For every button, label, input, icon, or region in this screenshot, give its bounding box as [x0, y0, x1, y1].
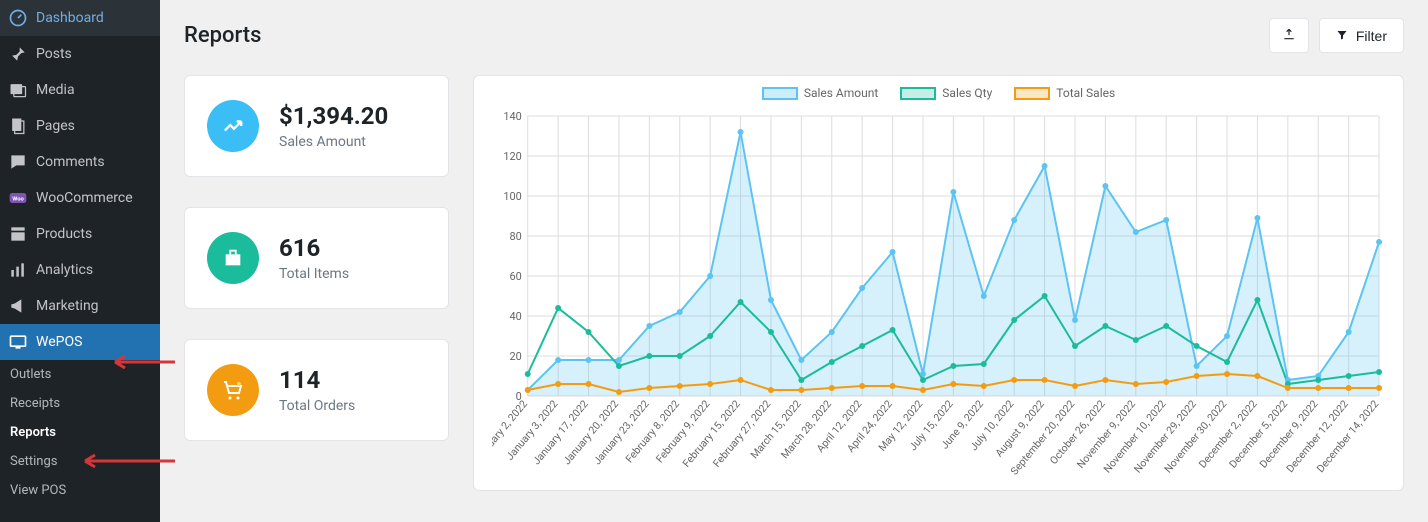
svg-text:120: 120 — [503, 150, 521, 163]
sidebar-item-label: WePOS — [36, 334, 82, 350]
legend-label: Sales Amount — [804, 86, 878, 100]
svg-text:40: 40 — [510, 310, 522, 323]
svg-text:140: 140 — [503, 110, 521, 123]
sidebar-item-label: Products — [36, 226, 92, 242]
sidebar-item-comments[interactable]: Comments — [0, 144, 160, 180]
main-content: Reports Filter $1,394.20 Sales Amount 616 T… — [160, 0, 1428, 522]
filter-label: Filter — [1356, 28, 1387, 44]
page-title: Reports — [184, 23, 261, 48]
export-icon — [1282, 27, 1296, 44]
marketing-icon — [8, 296, 28, 316]
stat-card-total-orders: 114 Total Orders — [184, 339, 449, 441]
legend-swatch — [762, 87, 798, 100]
dashboard-icon — [8, 8, 28, 28]
comment-icon — [8, 152, 28, 172]
sidebar-item-dashboard[interactable]: Dashboard — [0, 0, 160, 36]
chart-area: 020406080100120140January 2, 2022January… — [492, 106, 1385, 476]
sidebar-sub-outlets[interactable]: Outlets — [0, 360, 160, 389]
header-actions: Filter — [1269, 18, 1404, 53]
woo-icon: Woo — [8, 188, 28, 208]
legend-item[interactable]: Total Sales — [1014, 86, 1115, 100]
legend-swatch — [900, 87, 936, 100]
legend-item[interactable]: Sales Amount — [762, 86, 878, 100]
chart-card: Sales AmountSales QtyTotal Sales 0204060… — [473, 75, 1404, 491]
stat-label: Total Items — [279, 266, 349, 282]
sidebar-item-label: Media — [36, 82, 75, 98]
sidebar-item-marketing[interactable]: Marketing — [0, 288, 160, 324]
pages-icon — [8, 116, 28, 136]
svg-text:60: 60 — [510, 270, 522, 283]
sidebar-item-analytics[interactable]: Analytics — [0, 252, 160, 288]
stat-label: Total Orders — [279, 398, 355, 414]
sidebar-item-label: Analytics — [36, 262, 93, 278]
sidebar-sub-reports[interactable]: Reports — [0, 418, 160, 447]
sidebar-item-label: Pages — [36, 118, 75, 134]
sidebar-item-products[interactable]: Products — [0, 216, 160, 252]
stat-label: Sales Amount — [279, 134, 388, 150]
svg-text:80: 80 — [510, 230, 522, 243]
sidebar-sub-settings[interactable]: Settings — [0, 447, 160, 476]
admin-sidebar: Dashboard Posts Media Pages Comments Woo WooCo… — [0, 0, 160, 522]
stat-value: 616 — [279, 234, 349, 263]
sidebar-item-wepos[interactable]: WePOS — [0, 324, 160, 360]
stats-column: $1,394.20 Sales Amount 616 Total Items 114 To… — [184, 75, 449, 491]
box-icon — [207, 232, 259, 284]
filter-icon — [1336, 28, 1348, 44]
page-header: Reports Filter — [184, 18, 1404, 53]
cart-icon — [207, 364, 259, 416]
svg-text:20: 20 — [510, 350, 522, 363]
content-row: $1,394.20 Sales Amount 616 Total Items 114 To… — [184, 75, 1404, 491]
sidebar-item-label: WooCommerce — [36, 190, 133, 206]
export-button[interactable] — [1269, 18, 1309, 53]
chart-legend: Sales Amount Sales Qty Total Sales — [492, 86, 1385, 100]
stat-value: $1,394.20 — [279, 102, 388, 131]
products-icon — [8, 224, 28, 244]
sidebar-item-woocommerce[interactable]: Woo WooCommerce — [0, 180, 160, 216]
filter-button[interactable]: Filter — [1319, 18, 1404, 53]
sidebar-item-label: Dashboard — [36, 10, 104, 26]
sidebar-item-label: Comments — [36, 154, 105, 170]
wepos-icon — [8, 332, 28, 352]
trend-icon — [207, 100, 259, 152]
stat-card-total-items: 616 Total Items — [184, 207, 449, 309]
sidebar-item-media[interactable]: Media — [0, 72, 160, 108]
svg-text:100: 100 — [503, 190, 521, 203]
stat-value: 114 — [279, 366, 355, 395]
legend-swatch — [1014, 87, 1050, 100]
legend-label: Total Sales — [1056, 86, 1115, 100]
pin-icon — [8, 44, 28, 64]
legend-label: Sales Qty — [942, 86, 992, 100]
sidebar-sub-receipts[interactable]: Receipts — [0, 389, 160, 418]
analytics-icon — [8, 260, 28, 280]
legend-item[interactable]: Sales Qty — [900, 86, 992, 100]
sidebar-item-label: Marketing — [36, 298, 99, 314]
media-icon — [8, 80, 28, 100]
stat-card-sales-amount: $1,394.20 Sales Amount — [184, 75, 449, 177]
sidebar-item-posts[interactable]: Posts — [0, 36, 160, 72]
sidebar-item-label: Posts — [36, 46, 72, 62]
sidebar-item-pages[interactable]: Pages — [0, 108, 160, 144]
sidebar-sub-view-pos[interactable]: View POS — [0, 476, 160, 505]
svg-text:Woo: Woo — [12, 197, 24, 203]
